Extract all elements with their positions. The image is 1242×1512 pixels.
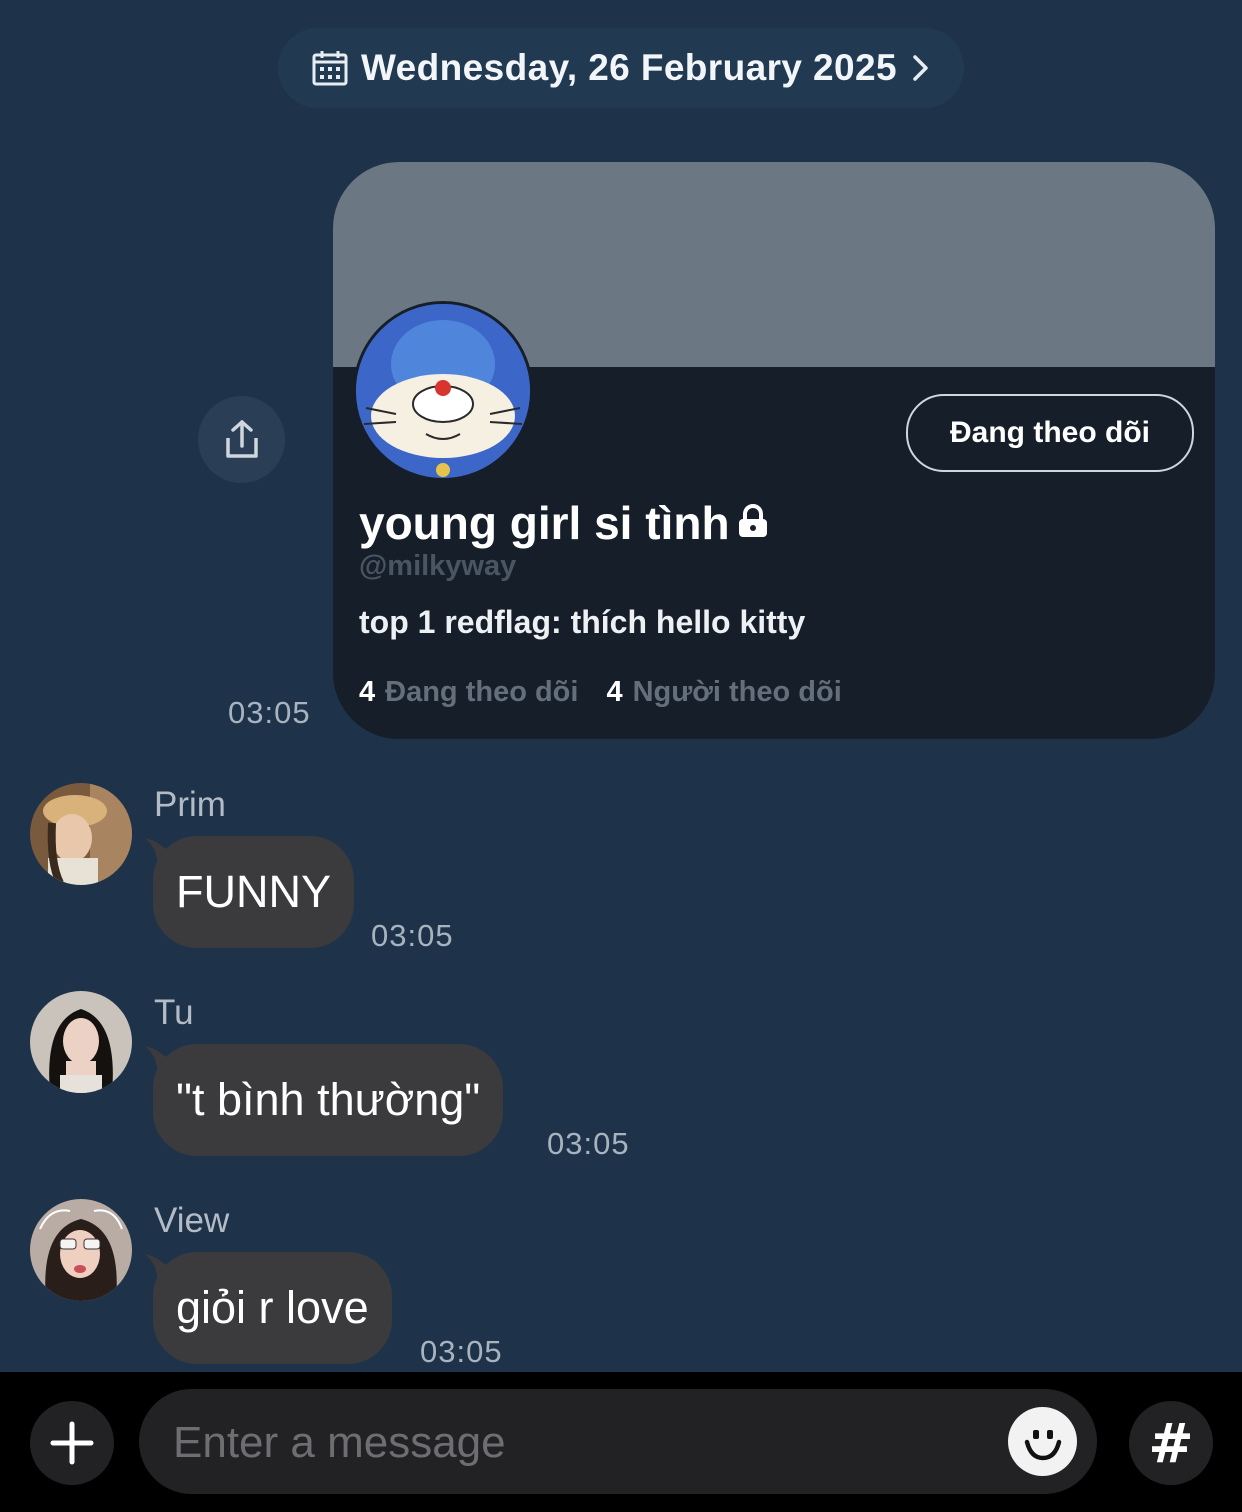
message-text: giỏi r love [176,1282,369,1333]
hashtag-button[interactable]: # [1129,1401,1213,1485]
sender-name: Prim [154,785,226,824]
sender-name: Tu [154,993,194,1032]
following-label: Đang theo dõi [385,676,579,708]
plus-icon [50,1421,94,1465]
message-time: 03:05 [547,1126,630,1161]
date-header-button[interactable]: Wednesday, 26 February 2025 [278,28,964,108]
profile-display-name: young girl si tình [359,496,770,550]
message-bubble[interactable]: "t bình thường" [153,1044,504,1156]
message-bubble[interactable]: giỏi r love [153,1252,392,1364]
avatar-tu[interactable] [30,991,132,1093]
avatar-prim[interactable] [30,783,132,885]
add-attachment-button[interactable] [30,1401,114,1485]
lock-icon [736,496,770,550]
message-text: "t bình thường" [176,1074,481,1125]
following-count: 4 [359,676,376,708]
sender-name: View [154,1201,230,1240]
date-header-label: Wednesday, 26 February 2025 [361,47,897,88]
display-name-text: young girl si tình [359,497,730,549]
emoji-icon [1024,1429,1061,1460]
message-input[interactable] [171,1389,995,1496]
followers-stat: 4 Người theo dõi [606,676,841,709]
followers-count: 4 [606,676,623,708]
emoji-button[interactable] [1008,1407,1077,1476]
message-text: FUNNY [176,866,331,917]
message-bubble[interactable]: FUNNY [153,836,354,948]
following-button[interactable]: Đang theo dõi [906,394,1194,472]
profile-bio: top 1 redflag: thích hello kitty [359,604,806,640]
profile-avatar [353,301,533,481]
share-icon [225,419,258,458]
share-button[interactable] [198,396,285,483]
chevron-right-icon [909,53,931,83]
followers-label: Người theo dõi [632,676,842,708]
following-stat: 4 Đang theo dõi [359,676,578,709]
calendar-icon [311,49,349,87]
profile-stats: 4 Đang theo dõi 4 Người theo dõi [359,676,842,709]
profile-card-time: 03:05 [228,695,311,730]
chat-screen: Wednesday, 26 February 2025 03:05 Đang t… [0,0,1242,1512]
avatar-view[interactable] [30,1199,132,1301]
profile-handle: @milkyway [359,550,517,582]
message-input-container [139,1389,1097,1496]
message-time: 03:05 [371,918,454,953]
shared-profile-card[interactable]: Đang theo dõi young girl si tình @milkyw… [333,162,1215,739]
message-time: 03:05 [420,1334,503,1369]
